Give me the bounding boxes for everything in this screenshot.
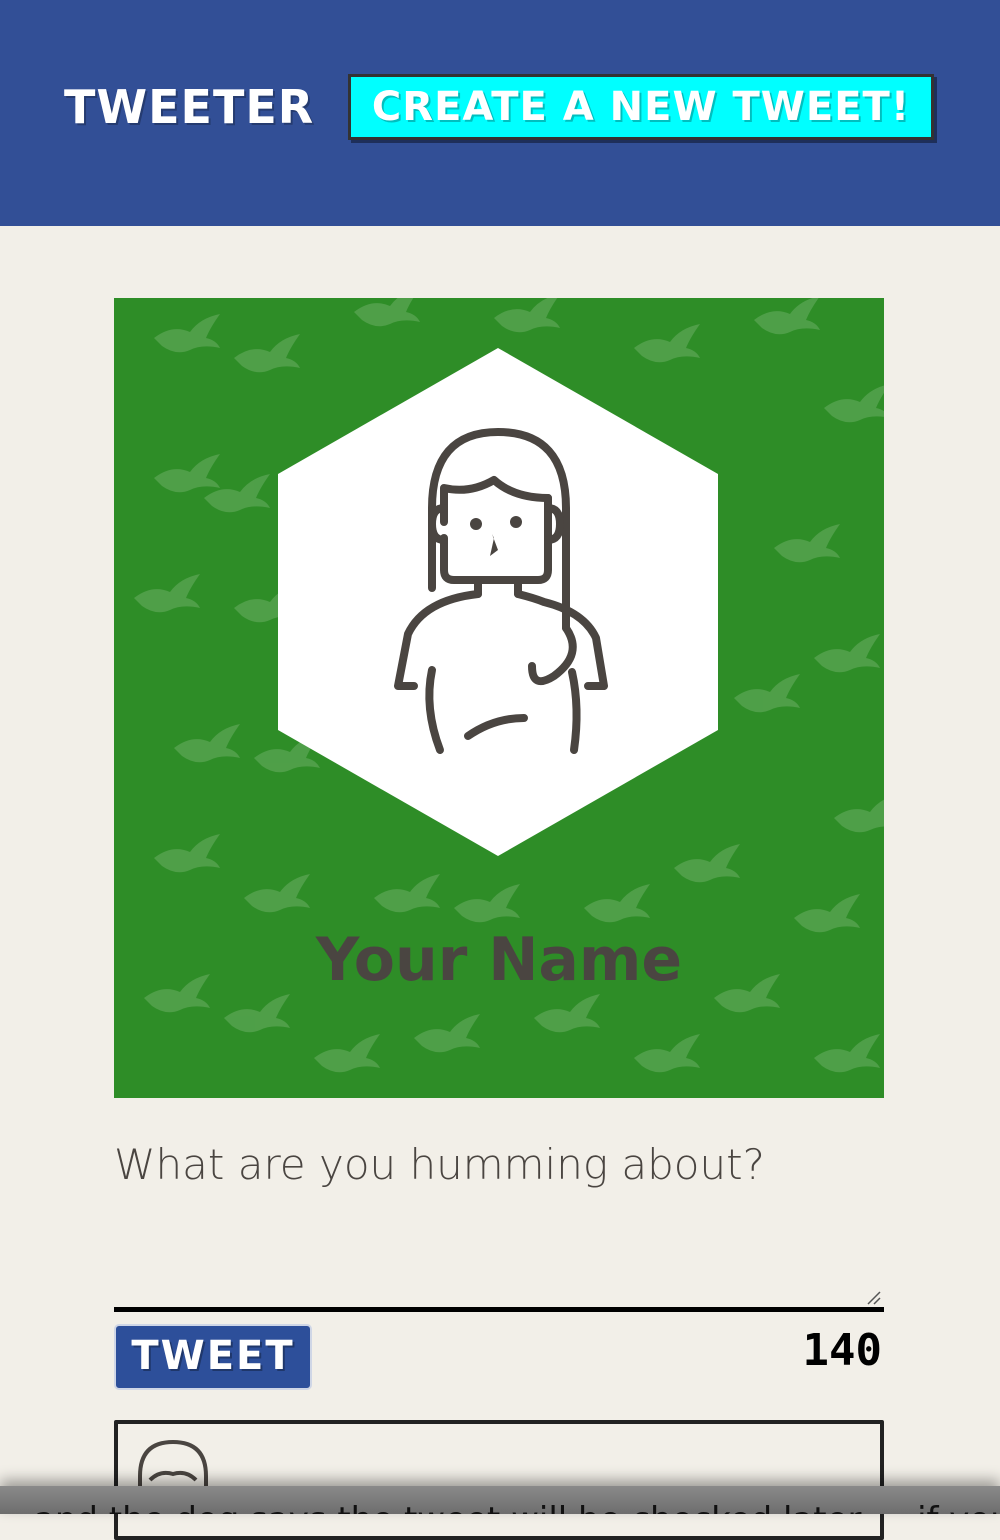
tweet-card [114,1420,884,1540]
profile-name: Your Name [315,925,683,995]
profile-card: Your Name [114,298,884,1098]
tweet-compose-input[interactable] [114,1124,884,1312]
resize-handle-icon[interactable] [866,1290,882,1306]
tweet-submit-button[interactable]: TWEET [114,1324,312,1390]
character-counter: 140 [802,1325,882,1376]
top-nav-bar: TWEETER CREATE A NEW TWEET! [0,0,1000,226]
bottom-overlay-text: …and the dog says the tweet will be chec… [0,1500,1000,1514]
bottom-overlay-bar: …and the dog says the tweet will be chec… [0,1486,1000,1514]
create-new-tweet-button[interactable]: CREATE A NEW TWEET! [348,74,934,140]
brand-logo-text[interactable]: TWEETER [64,78,314,136]
